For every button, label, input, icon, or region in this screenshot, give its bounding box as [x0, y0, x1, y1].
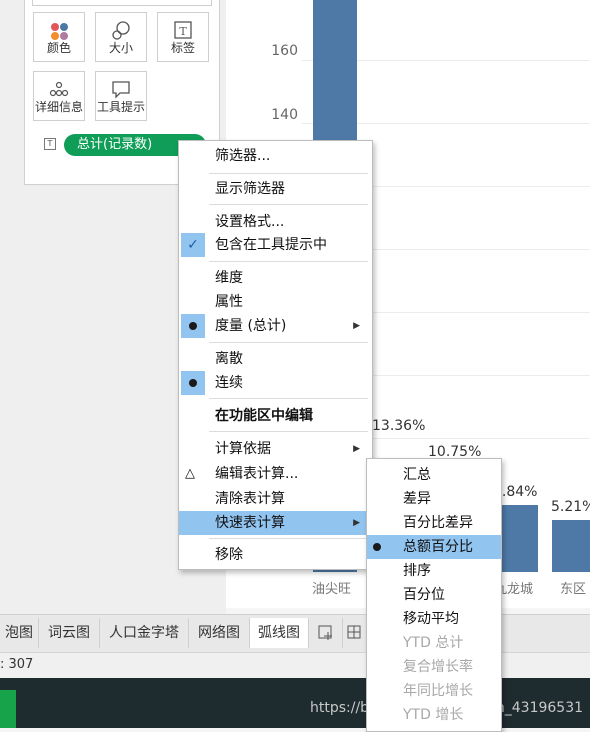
tab-network[interactable]: 网络图 — [189, 618, 250, 648]
size-label: 大小 — [108, 41, 133, 55]
radio-dot-icon — [181, 314, 205, 338]
menu-clear-table-calc[interactable]: 清除表计算 — [179, 487, 372, 511]
submenu-percent-difference[interactable]: 百分比差异 — [367, 511, 501, 535]
menu-filter[interactable]: 筛选器... — [179, 144, 372, 168]
data-label: 5.21% — [551, 499, 590, 515]
menu-measure[interactable]: 度量 (总计) ▶ — [179, 314, 372, 338]
y-tick-label: 140 — [271, 107, 298, 123]
radio-dot-icon — [181, 371, 205, 395]
submenu-ytd-total: YTD 总计 — [403, 635, 464, 651]
bar-jiulongcheng[interactable] — [500, 505, 538, 572]
submenu-percent-of-total[interactable]: 总额百分比 — [367, 535, 501, 559]
svg-text:T: T — [179, 25, 187, 38]
submenu-moving-average[interactable]: 移动平均 — [367, 607, 501, 631]
menu-separator — [209, 431, 368, 432]
detail-button[interactable]: 详细信息 — [33, 71, 85, 121]
menu-compute-using[interactable]: 计算依据 ▶ — [179, 437, 372, 461]
menu-edit-in-shelf[interactable]: 在功能区中编辑 — [179, 404, 372, 428]
submenu-arrow-icon: ▶ — [353, 518, 360, 528]
color-label: 颜色 — [46, 41, 71, 55]
menu-include-tooltip[interactable]: ✓ 包含在工具提示中 — [179, 233, 372, 257]
context-menu: 筛选器... 显示筛选器 设置格式... ✓ 包含在工具提示中 维度 属性 度量 … — [178, 140, 373, 570]
menu-edit-table-calc[interactable]: △ 编辑表计算... — [179, 462, 372, 486]
tooltip-button[interactable]: 工具提示 — [95, 71, 147, 121]
checkmark-icon: ✓ — [181, 233, 205, 257]
new-worksheet-icon[interactable] — [310, 618, 343, 648]
data-label: 13.36% — [372, 418, 426, 434]
x-axis-label: 油尖旺 — [312, 582, 352, 597]
marks-type-dropdown[interactable] — [32, 0, 212, 6]
menu-attribute[interactable]: 属性 — [179, 290, 372, 314]
status-text: : 307 — [0, 657, 34, 672]
detail-label: 详细信息 — [34, 100, 83, 114]
label-label: 标签 — [170, 41, 195, 55]
new-dashboard-icon[interactable] — [343, 618, 367, 648]
menu-separator — [209, 204, 368, 205]
quick-calc-submenu: 汇总 差异 百分比差异 总额百分比 排序 百分位 移动平均 YTD 总计 复合增… — [366, 458, 502, 732]
submenu-yoy-growth: 年同比增长 — [403, 683, 473, 699]
menu-dimension[interactable]: 维度 — [179, 266, 372, 290]
menu-separator — [209, 342, 368, 343]
submenu-cagr: 复合增长率 — [403, 659, 473, 675]
tab-pyramid[interactable]: 人口金字塔 — [100, 618, 189, 648]
menu-show-filter[interactable]: 显示筛选器 — [179, 177, 372, 201]
menu-discrete[interactable]: 离散 — [179, 347, 372, 371]
y-tick-label: 160 — [271, 43, 298, 59]
radio-dot-icon — [365, 535, 389, 559]
menu-quick-table-calc[interactable]: 快速表计算 ▶ — [179, 511, 372, 535]
menu-separator — [209, 173, 368, 174]
submenu-difference[interactable]: 差异 — [367, 487, 501, 511]
color-button[interactable]: 颜色 — [33, 12, 85, 62]
pill-label: 总计(记录数) — [77, 137, 153, 152]
menu-continuous[interactable]: 连续 — [179, 371, 372, 395]
delta-icon: △ — [185, 466, 195, 481]
text-type-icon: T — [44, 138, 56, 150]
menu-remove[interactable]: 移除 — [179, 543, 372, 567]
tooltip-label: 工具提示 — [96, 100, 145, 114]
size-button[interactable]: 大小 — [95, 12, 147, 62]
menu-format[interactable]: 设置格式... — [179, 210, 372, 234]
x-axis-label: 东区 — [560, 582, 587, 597]
label-button[interactable]: T 标签 — [157, 12, 209, 62]
submenu-percentile[interactable]: 百分位 — [367, 583, 501, 607]
submenu-rank[interactable]: 排序 — [367, 559, 501, 583]
tab-arc[interactable]: 弧线图 — [250, 618, 309, 648]
menu-separator — [209, 261, 368, 262]
taskbar-app-icon[interactable] — [0, 690, 16, 728]
bar-dongqu[interactable] — [552, 520, 590, 572]
tab-wordcloud[interactable]: 词云图 — [39, 618, 100, 648]
submenu-arrow-icon: ▶ — [353, 444, 360, 454]
submenu-running-total[interactable]: 汇总 — [367, 463, 501, 487]
tab-bubble[interactable]: 泡图 — [0, 618, 39, 648]
menu-separator — [209, 538, 368, 539]
submenu-ytd-growth: YTD 增长 — [403, 707, 464, 723]
submenu-arrow-icon: ▶ — [353, 321, 360, 331]
menu-separator — [209, 398, 368, 399]
